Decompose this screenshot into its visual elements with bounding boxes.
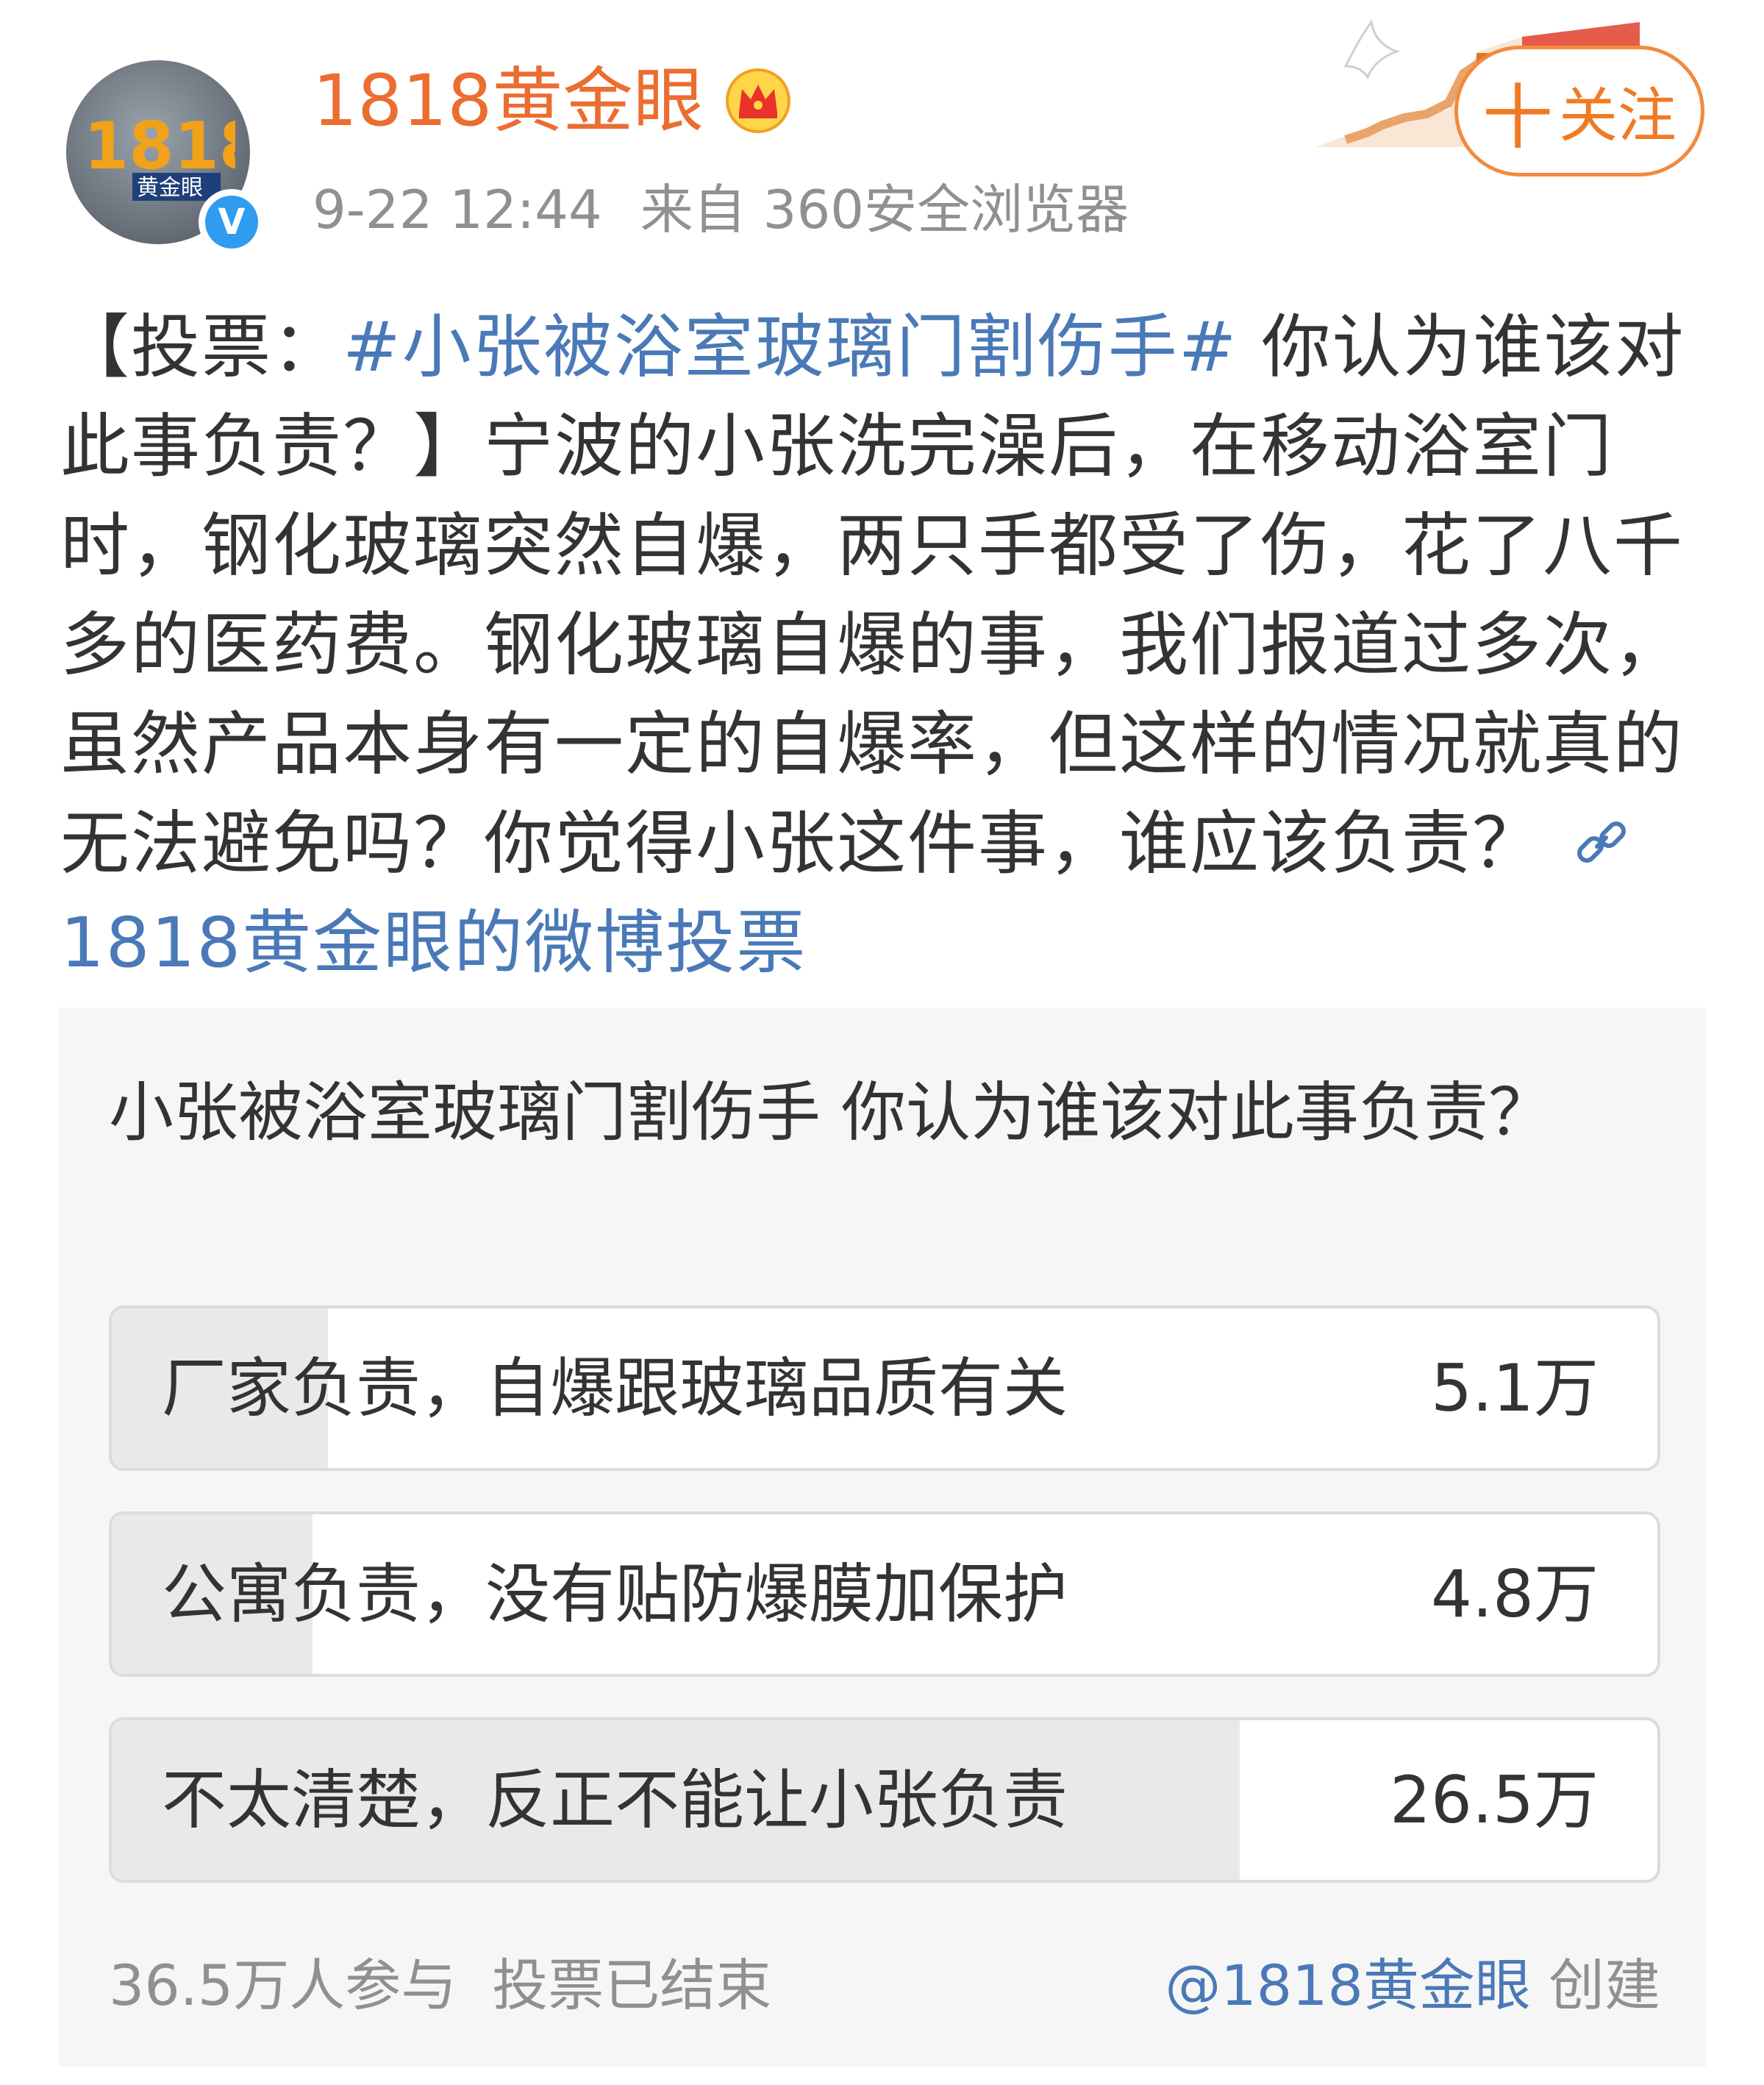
vote-creator: @1818黄金眼 创建	[1165, 1945, 1660, 2026]
verified-icon: V	[199, 189, 265, 255]
vote-option-label: 厂家负责，自爆跟玻璃品质有关	[162, 1350, 1068, 1426]
vote-option-count: 26.5万	[1390, 1762, 1599, 1838]
follow-button-label: 关注	[1559, 82, 1676, 150]
vote-participants: 36.5万人参与	[109, 1953, 457, 2018]
vote-card: 小张被浴室玻璃门割伤手 你认为谁该对此事负责？ 厂家负责，自爆跟玻璃品质有关 5…	[59, 1008, 1706, 2067]
plus-icon: 十	[1482, 76, 1553, 159]
post-source[interactable]: 来自 360安全浏览器	[640, 179, 1129, 240]
vote-option[interactable]: 不太清楚，反正不能让小张负责 26.5万	[109, 1717, 1660, 1883]
username-row: 1818黄金眼	[313, 60, 792, 141]
post-header: 1818 黄金眼 V 1818黄金眼 9-22 12:44 来自 360安全浏览器…	[0, 0, 1764, 272]
avatar-logo-caption: 黄金眼	[137, 175, 203, 201]
follow-button[interactable]: 十关注	[1454, 46, 1704, 177]
vote-option-label: 不太清楚，反正不能让小张负责	[162, 1762, 1068, 1838]
vote-creator-suffix: 创建	[1530, 1953, 1660, 2018]
avatar-logo-number: 1818	[84, 108, 235, 184]
vote-creator-handle[interactable]: @1818黄金眼	[1165, 1953, 1530, 2018]
crown-icon[interactable]	[724, 67, 792, 135]
post-meta: 9-22 12:44 来自 360安全浏览器	[313, 173, 1129, 246]
avatar[interactable]: 1818 黄金眼 V	[66, 60, 265, 255]
post-time: 9-22 12:44	[313, 179, 602, 240]
vote-status: 投票已结束	[492, 1953, 772, 2018]
vote-option-count: 5.1万	[1431, 1350, 1599, 1426]
post-text-body: 你认为谁该对此事负责？】宁波的小张洗完澡后，在移动浴室门时，钢化玻璃突然自爆，两…	[60, 307, 1685, 884]
vote-link[interactable]: 1818黄金眼的微博投票	[60, 903, 807, 983]
vote-question: 小张被浴室玻璃门割伤手 你认为谁该对此事负责？	[109, 1074, 1553, 1150]
vote-option-count: 4.8万	[1431, 1556, 1599, 1632]
vote-option[interactable]: 厂家负责，自爆跟玻璃品质有关 5.1万	[109, 1305, 1660, 1471]
vote-option[interactable]: 公寓负责，没有贴防爆膜加保护 4.8万	[109, 1511, 1660, 1677]
hashtag-link[interactable]: #小张被浴室玻璃门割伤手#	[343, 307, 1238, 388]
vote-option-label: 公寓负责，没有贴防爆膜加保护	[162, 1556, 1068, 1632]
link-icon	[1577, 821, 1626, 863]
verified-mark: V	[205, 196, 258, 249]
username[interactable]: 1818黄金眼	[313, 60, 704, 141]
post-text-prefix: 【投票：	[60, 307, 343, 388]
post-text: 【投票：#小张被浴室玻璃门割伤手# 你认为谁该对此事负责？】宁波的小张洗完澡后，…	[60, 298, 1707, 993]
vote-footer: 36.5万人参与 投票已结束 @1818黄金眼 创建	[109, 1945, 1660, 2026]
